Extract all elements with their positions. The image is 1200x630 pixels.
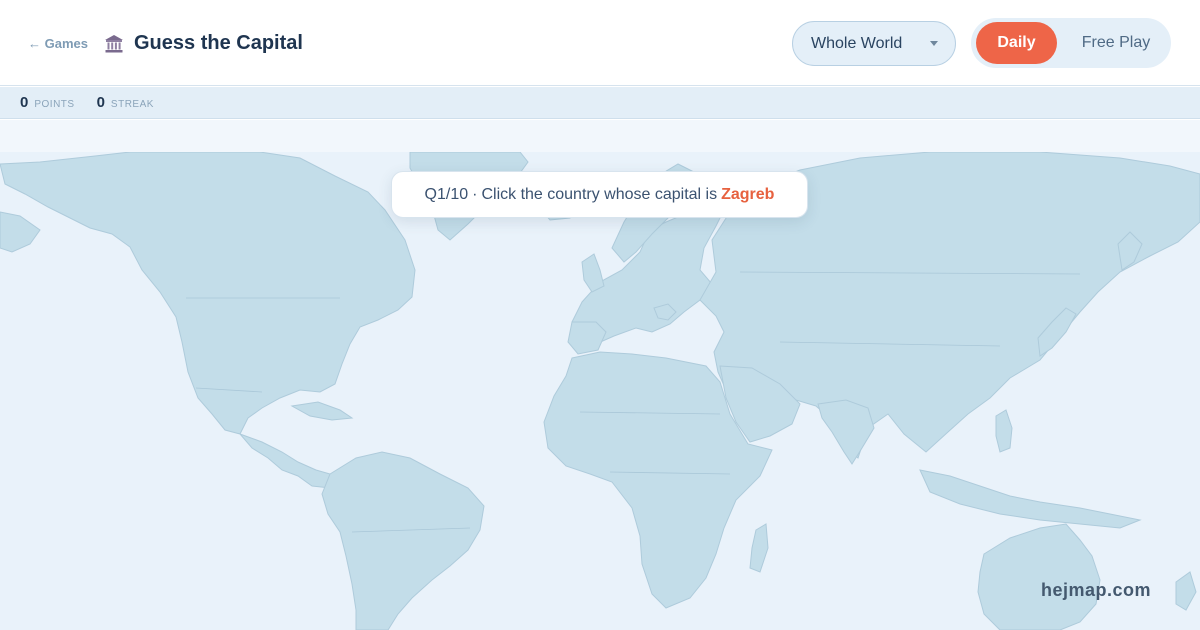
world-map[interactable] — [0, 152, 1200, 630]
country-australia[interactable] — [977, 523, 1101, 630]
country-central-america[interactable] — [238, 432, 331, 489]
country-south-america[interactable] — [321, 451, 485, 630]
streak-stat: 0 STREAK — [97, 94, 154, 111]
country-philippines[interactable] — [995, 409, 1013, 453]
points-stat: 0 POINTS — [20, 94, 75, 111]
points-value: 0 — [20, 94, 29, 111]
back-to-games-link[interactable]: ← Games — [28, 36, 88, 51]
title-group: Guess the Capital — [104, 32, 303, 55]
country-india[interactable] — [817, 399, 875, 465]
classical-building-icon — [105, 34, 123, 52]
question-separator: · — [472, 185, 478, 203]
mode-toggle: Daily Free Play — [971, 18, 1171, 68]
score-bar: 0 POINTS 0 STREAK — [0, 87, 1200, 119]
question-prompt: Q1/10 · Click the country whose capital … — [391, 171, 808, 218]
country-iberia[interactable] — [567, 321, 607, 355]
streak-value: 0 — [96, 94, 105, 111]
country-madagascar[interactable] — [749, 523, 769, 573]
region-select-value: Whole World — [811, 34, 903, 52]
free-play-mode-button[interactable]: Free Play — [1071, 22, 1161, 64]
question-text: Click the country whose capital is — [481, 185, 718, 203]
points-label: POINTS — [34, 99, 75, 110]
country-cuba[interactable] — [290, 401, 354, 421]
top-bar: ← Games Guess the Capital Whole World Da… — [0, 0, 1200, 86]
country-united-kingdom[interactable] — [581, 253, 605, 293]
target-capital: Zagreb — [721, 185, 775, 203]
country-alaska-islands[interactable] — [0, 211, 41, 253]
world-map-svg[interactable] — [0, 152, 1200, 630]
question-progress: Q1/10 — [424, 185, 469, 203]
country-new-zealand[interactable] — [1175, 571, 1197, 611]
sub-strip — [0, 120, 1200, 152]
page-title: Guess the Capital — [134, 32, 303, 54]
region-select[interactable]: Whole World — [792, 21, 956, 66]
country-north-america[interactable] — [0, 152, 416, 435]
daily-mode-button[interactable]: Daily — [976, 22, 1057, 64]
site-watermark: hejmap.com — [1041, 580, 1152, 600]
streak-label: STREAK — [110, 99, 154, 110]
caret-down-icon — [930, 41, 938, 46]
country-indonesia[interactable] — [919, 469, 1142, 529]
